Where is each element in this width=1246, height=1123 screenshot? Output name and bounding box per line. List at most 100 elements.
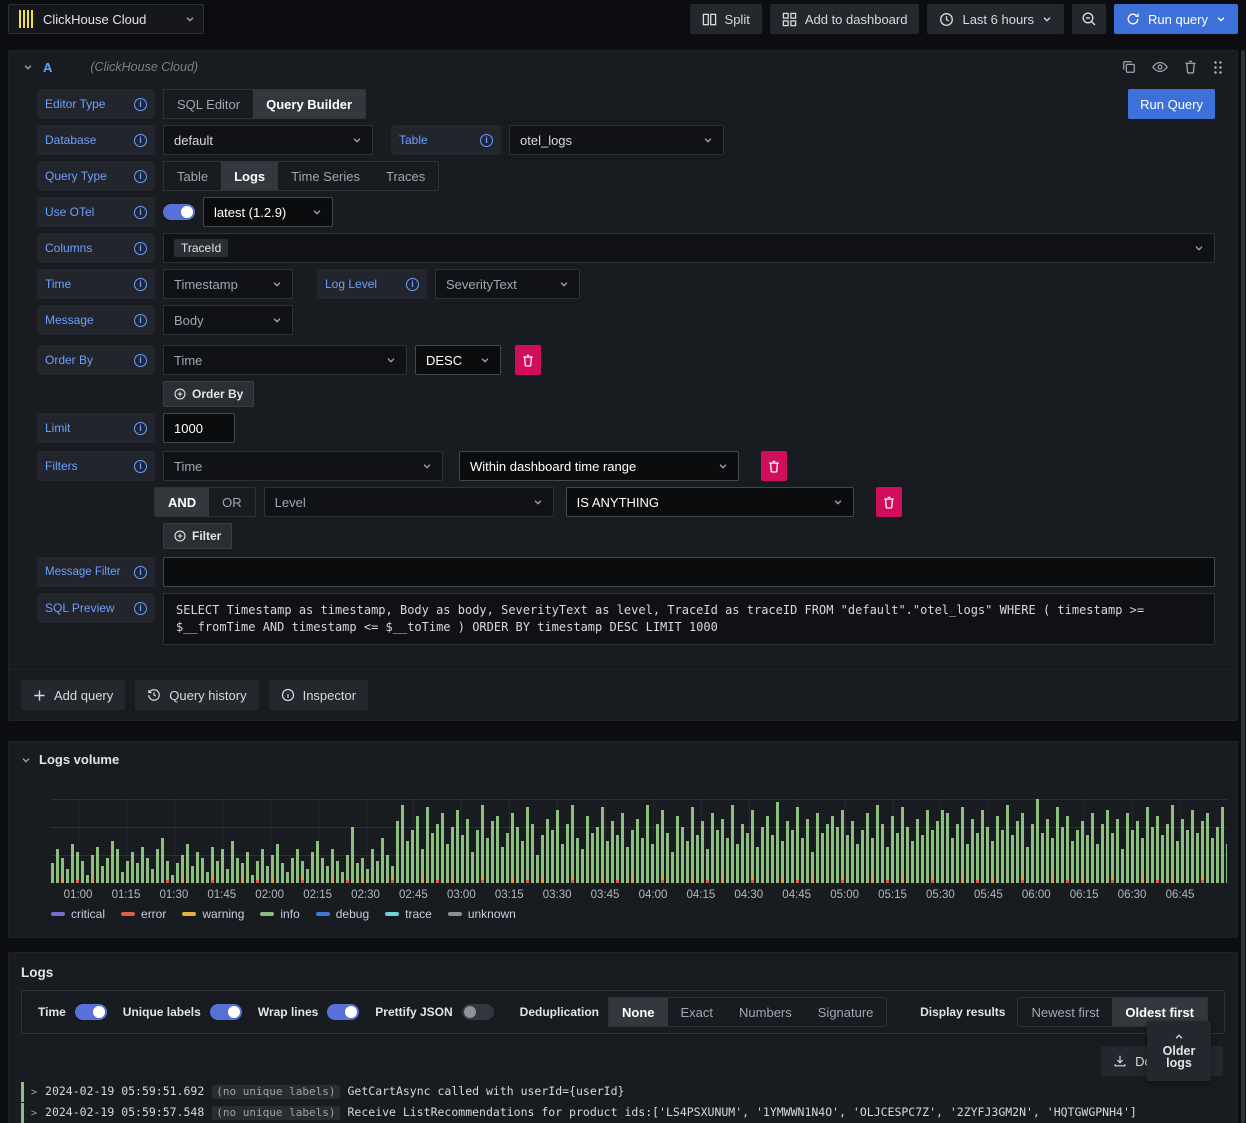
add-order-by-label: Order By — [192, 387, 244, 401]
x-tick-label: 04:00 — [638, 889, 668, 901]
legend-item-error[interactable]: error — [121, 907, 166, 921]
dedup-exact[interactable]: Exact — [668, 998, 727, 1026]
collapse-chevron-icon[interactable] — [21, 755, 31, 765]
remove-order-by-button[interactable] — [515, 345, 541, 375]
volume-bar — [926, 810, 929, 883]
query-type-time-series[interactable]: Time Series — [278, 162, 373, 190]
info-icon[interactable]: i — [134, 133, 147, 147]
run-query-button[interactable]: Run query — [1114, 4, 1238, 34]
otel-version-select[interactable]: latest (1.2.9) — [203, 197, 333, 227]
volume-bar — [981, 810, 984, 883]
field-label-table: Table i — [391, 125, 501, 155]
filter2-field-select[interactable]: Level — [263, 487, 554, 517]
order-by-field-select[interactable]: Time — [163, 345, 407, 375]
database-select[interactable]: default — [163, 125, 373, 155]
dedup-signature[interactable]: Signature — [805, 998, 887, 1026]
info-icon[interactable]: i — [134, 421, 147, 435]
run-query-editor-button[interactable]: Run Query — [1128, 89, 1215, 119]
table-select[interactable]: otel_logs — [509, 125, 724, 155]
column-chip[interactable]: TraceId — [174, 239, 229, 257]
volume-bar — [216, 860, 219, 883]
legend-item-warning[interactable]: warning — [182, 907, 244, 921]
info-icon[interactable]: i — [406, 277, 419, 291]
log-row[interactable]: >2024-02-19 05:59:51.692 (no unique label… — [21, 1082, 1225, 1102]
volume-bar — [571, 804, 574, 883]
query-type-traces[interactable]: Traces — [373, 162, 438, 190]
query-type-logs[interactable]: Logs — [221, 162, 279, 190]
info-icon[interactable]: i — [134, 205, 147, 219]
split-button[interactable]: Split — [689, 4, 762, 34]
logs-volume-plot[interactable]: 0102030 — [51, 799, 1227, 883]
older-logs-button[interactable]: Older logs — [1147, 1021, 1211, 1081]
prettify-json-toggle[interactable] — [461, 1004, 494, 1020]
filter-operator-select[interactable]: Within dashboard time range — [459, 451, 739, 481]
x-tick-label: 01:45 — [207, 889, 237, 901]
info-icon[interactable]: i — [134, 353, 147, 367]
drag-handle-icon[interactable] — [1213, 60, 1223, 74]
log-timestamp: 2024-02-19 05:59:51.692 — [45, 1084, 205, 1098]
info-icon[interactable]: i — [134, 241, 147, 255]
info-icon[interactable]: i — [134, 459, 147, 473]
add-query-button[interactable]: Add query — [21, 680, 126, 710]
log-row[interactable]: >2024-02-19 05:59:57.548 (no unique label… — [21, 1103, 1225, 1123]
editor-type-sql-editor[interactable]: SQL Editor — [164, 90, 253, 118]
inspector-button[interactable]: Inspector — [268, 680, 369, 710]
dedup-numbers[interactable]: Numbers — [726, 998, 805, 1026]
volume-bar — [676, 815, 679, 883]
page-scrollbar[interactable] — [1241, 50, 1245, 1123]
expand-row-chevron-icon[interactable]: > — [31, 1107, 37, 1121]
or-option[interactable]: OR — [209, 488, 255, 516]
message-filter-input[interactable] — [163, 557, 1215, 587]
info-icon[interactable]: i — [134, 565, 147, 579]
info-icon[interactable]: i — [480, 133, 493, 147]
datasource-picker[interactable]: ClickHouse Cloud — [8, 4, 204, 34]
legend-item-trace[interactable]: trace — [385, 907, 432, 921]
and-option[interactable]: AND — [155, 488, 210, 516]
display-newest-first[interactable]: Newest first — [1018, 998, 1112, 1026]
legend-item-unknown[interactable]: unknown — [447, 907, 516, 921]
filter2-operator-select[interactable]: IS ANYTHING — [565, 487, 854, 517]
time-range-picker[interactable]: Last 6 hours — [927, 4, 1065, 34]
add-to-dashboard-button[interactable]: Add to dashboard — [769, 4, 920, 34]
wrap-lines-toggle[interactable] — [327, 1004, 360, 1020]
editor-type-query-builder[interactable]: Query Builder — [253, 90, 366, 118]
order-direction-select[interactable]: DESC — [415, 345, 501, 375]
info-icon[interactable]: i — [134, 97, 147, 111]
expand-row-chevron-icon[interactable]: > — [31, 1086, 37, 1100]
volume-bar — [991, 841, 994, 883]
unique-labels-toggle[interactable] — [209, 1004, 242, 1020]
add-order-by-button[interactable]: Order By — [163, 381, 255, 407]
legend-item-info[interactable]: info — [260, 907, 300, 921]
add-filter-button[interactable]: Filter — [163, 523, 233, 549]
volume-bar — [81, 860, 84, 883]
log-unique-labels: (no unique labels) — [212, 1106, 340, 1120]
x-tick-label: 04:15 — [686, 889, 716, 901]
query-history-button[interactable]: Query history — [135, 680, 259, 710]
delete-query-trash-icon[interactable] — [1184, 60, 1197, 74]
info-icon[interactable]: i — [134, 313, 147, 327]
volume-bar — [1226, 843, 1227, 883]
dedup-none[interactable]: None — [609, 998, 668, 1026]
query-ref-id[interactable]: A — [43, 60, 52, 75]
use-otel-toggle[interactable] — [163, 204, 195, 220]
columns-multiselect[interactable]: TraceId — [163, 233, 1215, 263]
remove-filter-button[interactable] — [761, 451, 787, 481]
info-icon[interactable]: i — [134, 169, 147, 183]
time-toggle[interactable] — [74, 1004, 107, 1020]
volume-bar — [361, 857, 364, 883]
info-icon[interactable]: i — [134, 601, 147, 615]
legend-item-critical[interactable]: critical — [51, 907, 105, 921]
zoom-out-button[interactable] — [1072, 4, 1107, 34]
message-column-select[interactable]: Body — [163, 305, 293, 335]
limit-input[interactable]: 1000 — [163, 413, 235, 443]
log-level-column-select[interactable]: SeverityText — [435, 269, 580, 299]
filter-field-select[interactable]: Time — [163, 451, 443, 481]
time-column-select[interactable]: Timestamp — [163, 269, 293, 299]
collapse-chevron-icon[interactable] — [23, 62, 33, 72]
query-type-table[interactable]: Table — [164, 162, 221, 190]
info-icon[interactable]: i — [134, 277, 147, 291]
legend-item-debug[interactable]: debug — [315, 907, 369, 921]
remove-filter2-button[interactable] — [875, 487, 902, 517]
hide-query-eye-icon[interactable] — [1152, 60, 1168, 74]
duplicate-query-icon[interactable] — [1122, 60, 1136, 74]
